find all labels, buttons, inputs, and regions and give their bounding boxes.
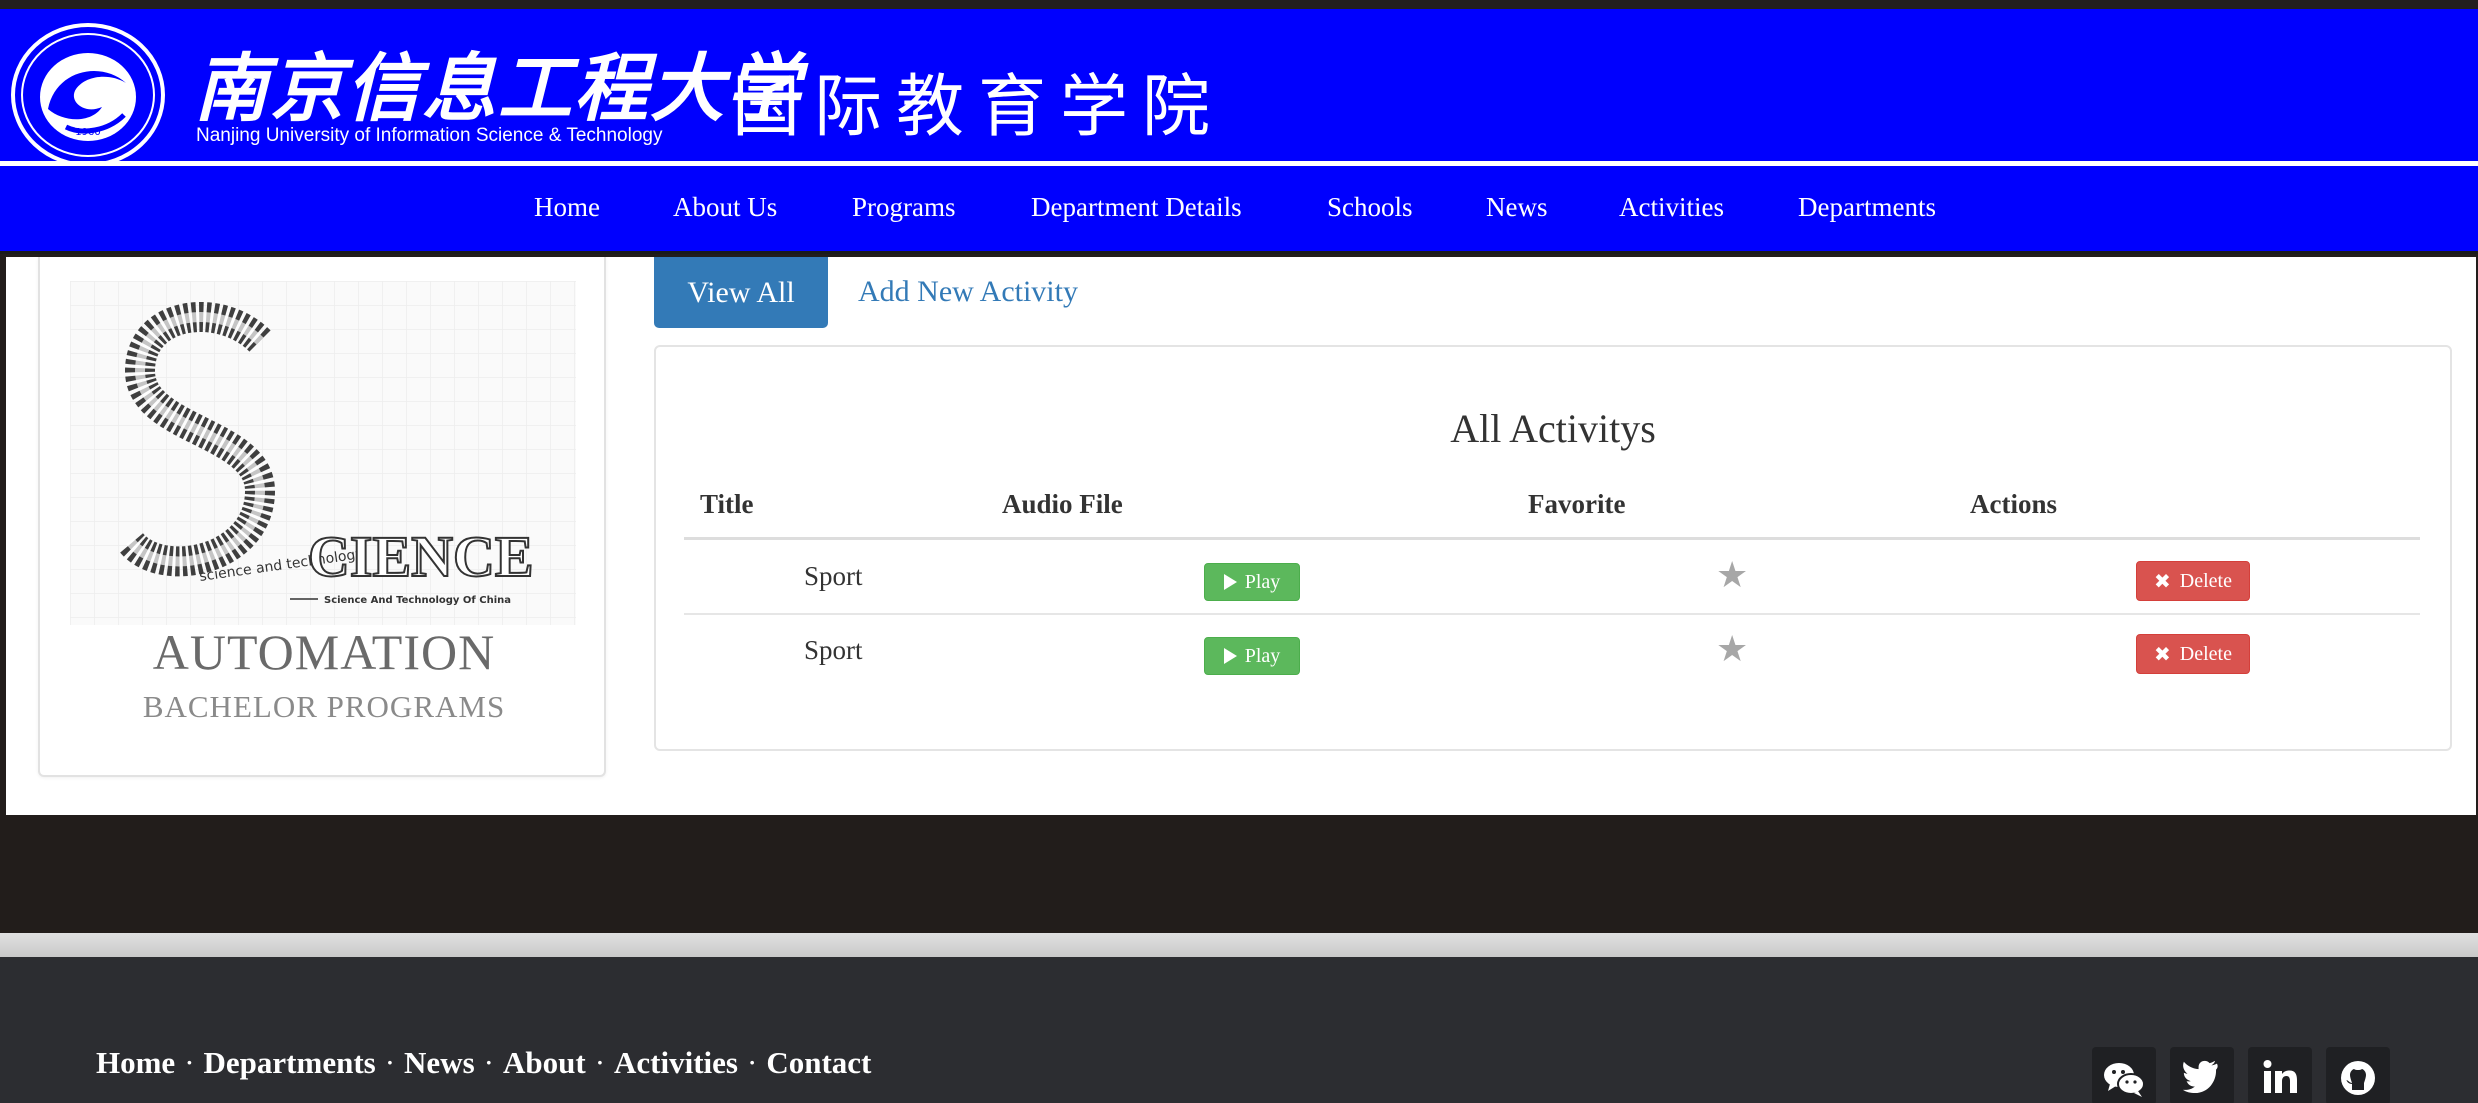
nav-item-departments[interactable]: Departments <box>1798 192 1936 223</box>
github-icon <box>2341 1061 2375 1095</box>
main-nav: Home About Us Programs Department Detail… <box>0 166 2478 254</box>
university-name-cn: 南京信息工程大学 <box>194 46 802 132</box>
university-seal-logo[interactable]: 1960 <box>10 23 166 168</box>
footer-link-contact[interactable]: Contact <box>766 1045 871 1080</box>
footer-separator: · <box>483 1045 494 1080</box>
play-icon <box>1223 648 1237 664</box>
nav-item-activities[interactable]: Activities <box>1619 192 1724 223</box>
science-tagline: Science And Technology Of China <box>324 595 511 606</box>
nav-item-department-details[interactable]: Department Details <box>1031 192 1242 223</box>
row-title: Sport <box>804 635 863 665</box>
close-icon: ✖ <box>2154 569 2171 593</box>
nav-item-news[interactable]: News <box>1486 192 1548 223</box>
program-heading: AUTOMATION <box>152 624 496 680</box>
footer-link-departments[interactable]: Departments <box>204 1045 376 1080</box>
delete-button[interactable]: ✖ Delete <box>2136 634 2250 674</box>
footer-link-activities[interactable]: Activities <box>614 1045 738 1080</box>
site-footer: Home · Departments · News · About · Activities · C… <box>0 957 2478 1103</box>
row-title: Sport <box>804 561 863 591</box>
footer-link-home[interactable]: Home <box>96 1045 175 1080</box>
seal-year: 1960 <box>75 127 100 138</box>
column-header-audio-file: Audio File <box>1002 489 1123 519</box>
dark-band <box>0 815 2478 933</box>
nav-item-about-us[interactable]: About Us <box>673 192 777 223</box>
star-icon[interactable]: ★ <box>1716 555 1748 596</box>
footer-separator: · <box>384 1045 396 1080</box>
play-label: Play <box>1244 644 1281 667</box>
site-banner: 1960 南京信息工程大学 Nanjing University of Info… <box>0 9 2478 167</box>
close-icon: ✖ <box>2154 642 2171 666</box>
delete-label: Delete <box>2179 569 2232 592</box>
top-border <box>0 0 2478 9</box>
footer-separator: · <box>746 1045 758 1080</box>
nav-item-programs[interactable]: Programs <box>852 192 956 223</box>
science-word: CIENCE <box>308 524 534 589</box>
play-button[interactable]: Play <box>1204 637 1300 675</box>
tab-view-all[interactable]: View All <box>654 257 828 328</box>
main-content: science and technology CIENCE Science An… <box>6 257 2476 815</box>
panel-title: All Activitys <box>1450 406 1656 451</box>
column-header-favorite: Favorite <box>1528 489 1626 519</box>
footer-links: Home · Departments · News · About · Activities · C… <box>96 1045 871 1081</box>
footer-link-about[interactable]: About <box>503 1045 586 1080</box>
tab-add-new-activity[interactable]: Add New Activity <box>858 275 1078 309</box>
grey-band <box>0 933 2478 957</box>
footer-separator: · <box>594 1045 606 1080</box>
wechat-button[interactable] <box>2092 1047 2156 1103</box>
linkedin-icon <box>2263 1060 2297 1093</box>
delete-label: Delete <box>2179 642 2232 665</box>
activities-panel: All Activitys Title Audio File Favorite … <box>654 345 2452 751</box>
star-icon[interactable]: ★ <box>1716 629 1748 670</box>
nav-item-schools[interactable]: Schools <box>1327 192 1413 223</box>
play-label: Play <box>1244 570 1281 593</box>
college-name-cn: 国际教育学院 <box>732 68 1225 147</box>
column-header-title: Title <box>700 489 754 519</box>
play-icon <box>1223 574 1237 590</box>
program-subheading: BACHELOR PROGRAMS <box>142 689 506 724</box>
row-divider <box>684 613 2420 615</box>
github-button[interactable] <box>2326 1047 2390 1103</box>
linkedin-button[interactable] <box>2248 1047 2312 1103</box>
nav-item-home[interactable]: Home <box>534 192 600 223</box>
footer-link-news[interactable]: News <box>404 1045 475 1080</box>
delete-button[interactable]: ✖ Delete <box>2136 561 2250 601</box>
play-button[interactable]: Play <box>1204 563 1300 601</box>
column-header-actions: Actions <box>1970 489 2057 519</box>
university-name-en: Nanjing University of Information Scienc… <box>196 125 663 146</box>
science-logo-image: science and technology CIENCE Science An… <box>70 281 576 625</box>
footer-separator: · <box>184 1045 195 1080</box>
program-card: science and technology CIENCE Science An… <box>38 257 606 777</box>
table-header-divider <box>684 537 2420 540</box>
twitter-icon <box>2182 1060 2218 1094</box>
wechat-icon <box>2104 1063 2145 1097</box>
twitter-button[interactable] <box>2170 1047 2234 1103</box>
